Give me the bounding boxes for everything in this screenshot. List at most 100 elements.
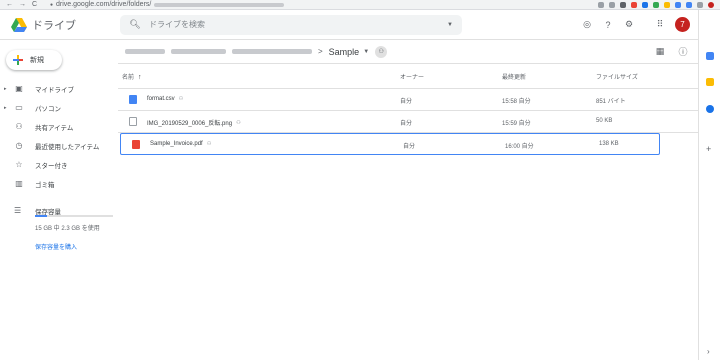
offline-check-icon[interactable]: ◎: [581, 19, 593, 31]
extension-icon[interactable]: [620, 1, 626, 8]
column-modified[interactable]: 最終更新: [502, 72, 526, 81]
column-size: ファイルサイズ: [596, 74, 638, 81]
sidebar-item-label: パソコン: [35, 105, 61, 113]
breadcrumb-item-blurred[interactable]: [232, 49, 312, 54]
trash-icon: ▥: [15, 179, 23, 188]
grid-view-icon[interactable]: ▦: [654, 46, 666, 58]
app-name: ドライブ: [32, 19, 76, 32]
url-blurred-segment: [154, 2, 285, 7]
search-options-icon[interactable]: ▼: [447, 22, 453, 28]
shared-icon: ⚇: [206, 141, 212, 147]
app-header: ドライブ 🔍︎ ドライブを検索 ▼ ◎ ? ⚙ ⠿ 7: [0, 10, 698, 40]
expand-caret-icon[interactable]: ▸: [4, 86, 7, 92]
search-placeholder: ドライブを検索: [149, 20, 205, 29]
sidebar-item-label: スター付き: [35, 162, 68, 170]
lock-icon: ●: [50, 1, 54, 8]
help-icon[interactable]: ?: [602, 19, 614, 31]
expand-caret-icon[interactable]: ▸: [4, 105, 7, 111]
sidebar-item-label: マイドライブ: [35, 86, 74, 94]
breadcrumb-path: > Sample ▼ ⚇: [118, 45, 388, 58]
view-tools: ▦ ⓘ: [654, 46, 698, 58]
column-name[interactable]: 名前 ↑: [122, 72, 142, 81]
file-size: 138 KB: [599, 141, 619, 147]
file-owner: 自分: [400, 99, 413, 105]
storage-bar: [35, 215, 113, 217]
browser-toolbar: ← → C ● drive.google.com/drive/folders/: [0, 0, 720, 10]
file-modified: 15:58 自分: [502, 99, 531, 105]
chevron-down-icon: ▼: [363, 48, 370, 55]
column-owner: オーナー: [400, 74, 425, 81]
nav-list: ▸ ▣ マイドライブ ▸ ▭ パソコン ⚇ 共有アイテム ◷ 最近使用したアイテ…: [0, 79, 118, 193]
storage-bar-fill: [35, 215, 47, 217]
sidebar: 新規 ▸ ▣ マイドライブ ▸ ▭ パソコン ⚇ 共有アイテム ◷ 最近使用した…: [0, 40, 118, 360]
breadcrumb-current-folder[interactable]: Sample ▼: [329, 47, 369, 57]
extensions-bar: [598, 1, 720, 8]
csv-file-icon: [129, 95, 137, 104]
extension-icon[interactable]: [686, 1, 692, 8]
address-bar[interactable]: ● drive.google.com/drive/folders/: [50, 1, 285, 8]
side-panel: + ›: [698, 10, 720, 360]
drive-logo-icon: [11, 17, 27, 32]
add-addon-icon[interactable]: +: [706, 144, 711, 154]
expand-panel-icon[interactable]: ›: [707, 347, 710, 356]
breadcrumb-item-blurred[interactable]: [171, 49, 226, 54]
breadcrumb-item-blurred[interactable]: [125, 49, 165, 54]
storage-label: 保存容量: [35, 208, 61, 216]
extension-icon[interactable]: [598, 1, 604, 8]
keep-icon[interactable]: [706, 78, 714, 86]
back-icon[interactable]: ←: [6, 1, 13, 8]
storage-icon: ☰: [14, 206, 22, 215]
extension-icon[interactable]: [631, 1, 637, 8]
drive-logo[interactable]: ドライブ: [0, 17, 120, 33]
search-input[interactable]: 🔍︎ ドライブを検索 ▼: [120, 14, 462, 35]
plus-icon: [13, 55, 23, 65]
tasks-icon[interactable]: [706, 105, 714, 113]
image-file-icon: [129, 117, 137, 126]
storage-usage-text: 15 GB 中 2.3 GB を使用: [35, 226, 100, 232]
sidebar-item-shared[interactable]: ⚇ 共有アイテム: [0, 117, 118, 136]
avatar[interactable]: 7: [675, 17, 690, 32]
calendar-icon[interactable]: [706, 52, 714, 60]
sidebar-item-computers[interactable]: ▸ ▭ パソコン: [0, 98, 118, 117]
table-row[interactable]: format.csv ⚇ 自分 15:58 自分 851 バイト: [118, 89, 698, 111]
header-actions: ◎ ? ⚙ ⠿ 7: [581, 17, 698, 32]
reload-icon[interactable]: C: [32, 1, 37, 8]
extension-icon[interactable]: [653, 1, 659, 8]
sidebar-item-label: ゴミ箱: [35, 181, 55, 189]
extension-icon[interactable]: [675, 1, 681, 8]
shared-icon: ⚇: [178, 96, 184, 102]
extension-icon[interactable]: [664, 1, 670, 8]
star-bookmark-icon[interactable]: [609, 1, 615, 8]
file-name: IMG_20190529_0006_反転.png ⚇: [147, 119, 241, 128]
profile-icon[interactable]: [708, 1, 714, 8]
file-name: Sample_Invoice.pdf ⚇: [150, 141, 212, 147]
table-row[interactable]: IMG_20190529_0006_反転.png ⚇ 自分 15:59 自分 50…: [118, 111, 698, 133]
clock-icon: ◷: [15, 141, 23, 150]
search-icon[interactable]: 🔍︎: [129, 19, 141, 31]
table-row[interactable]: Sample_Invoice.pdf ⚇ 自分 16:00 自分 138 KB: [120, 133, 660, 155]
gear-icon[interactable]: ⚙: [623, 19, 635, 31]
file-size: 50 KB: [596, 118, 613, 124]
sidebar-item-label: 最近使用したアイテム: [35, 143, 100, 151]
sort-arrow-icon[interactable]: ↑: [138, 74, 142, 81]
computer-icon: ▭: [15, 103, 23, 112]
folder-name: Sample: [328, 46, 360, 57]
sidebar-item-starred[interactable]: ☆ スター付き: [0, 155, 118, 174]
shared-folder-icon: ⚇: [375, 45, 388, 58]
apps-grid-icon[interactable]: ⠿: [654, 19, 666, 31]
file-list: 名前 ↑ オーナー 最終更新 ファイルサイズ format.csv ⚇ 自分 15:…: [118, 64, 698, 155]
sidebar-item-my-drive[interactable]: ▸ ▣ マイドライブ: [0, 79, 118, 98]
buy-storage-link[interactable]: 保存容量を購入: [35, 242, 77, 251]
sidebar-item-trash[interactable]: ▥ ゴミ箱: [0, 174, 118, 193]
file-modified: 15:59 自分: [502, 121, 531, 127]
extension-icon[interactable]: [642, 1, 648, 8]
new-button[interactable]: 新規: [6, 50, 62, 70]
info-icon[interactable]: ⓘ: [677, 46, 689, 58]
extension-icon[interactable]: [697, 1, 703, 8]
forward-icon[interactable]: →: [19, 1, 26, 8]
drive-icon: ▣: [15, 84, 23, 93]
sidebar-item-recent[interactable]: ◷ 最近使用したアイテム: [0, 136, 118, 155]
file-owner: 自分: [403, 144, 416, 150]
new-button-label: 新規: [30, 57, 44, 64]
shared-icon: ⚇: [236, 119, 241, 126]
